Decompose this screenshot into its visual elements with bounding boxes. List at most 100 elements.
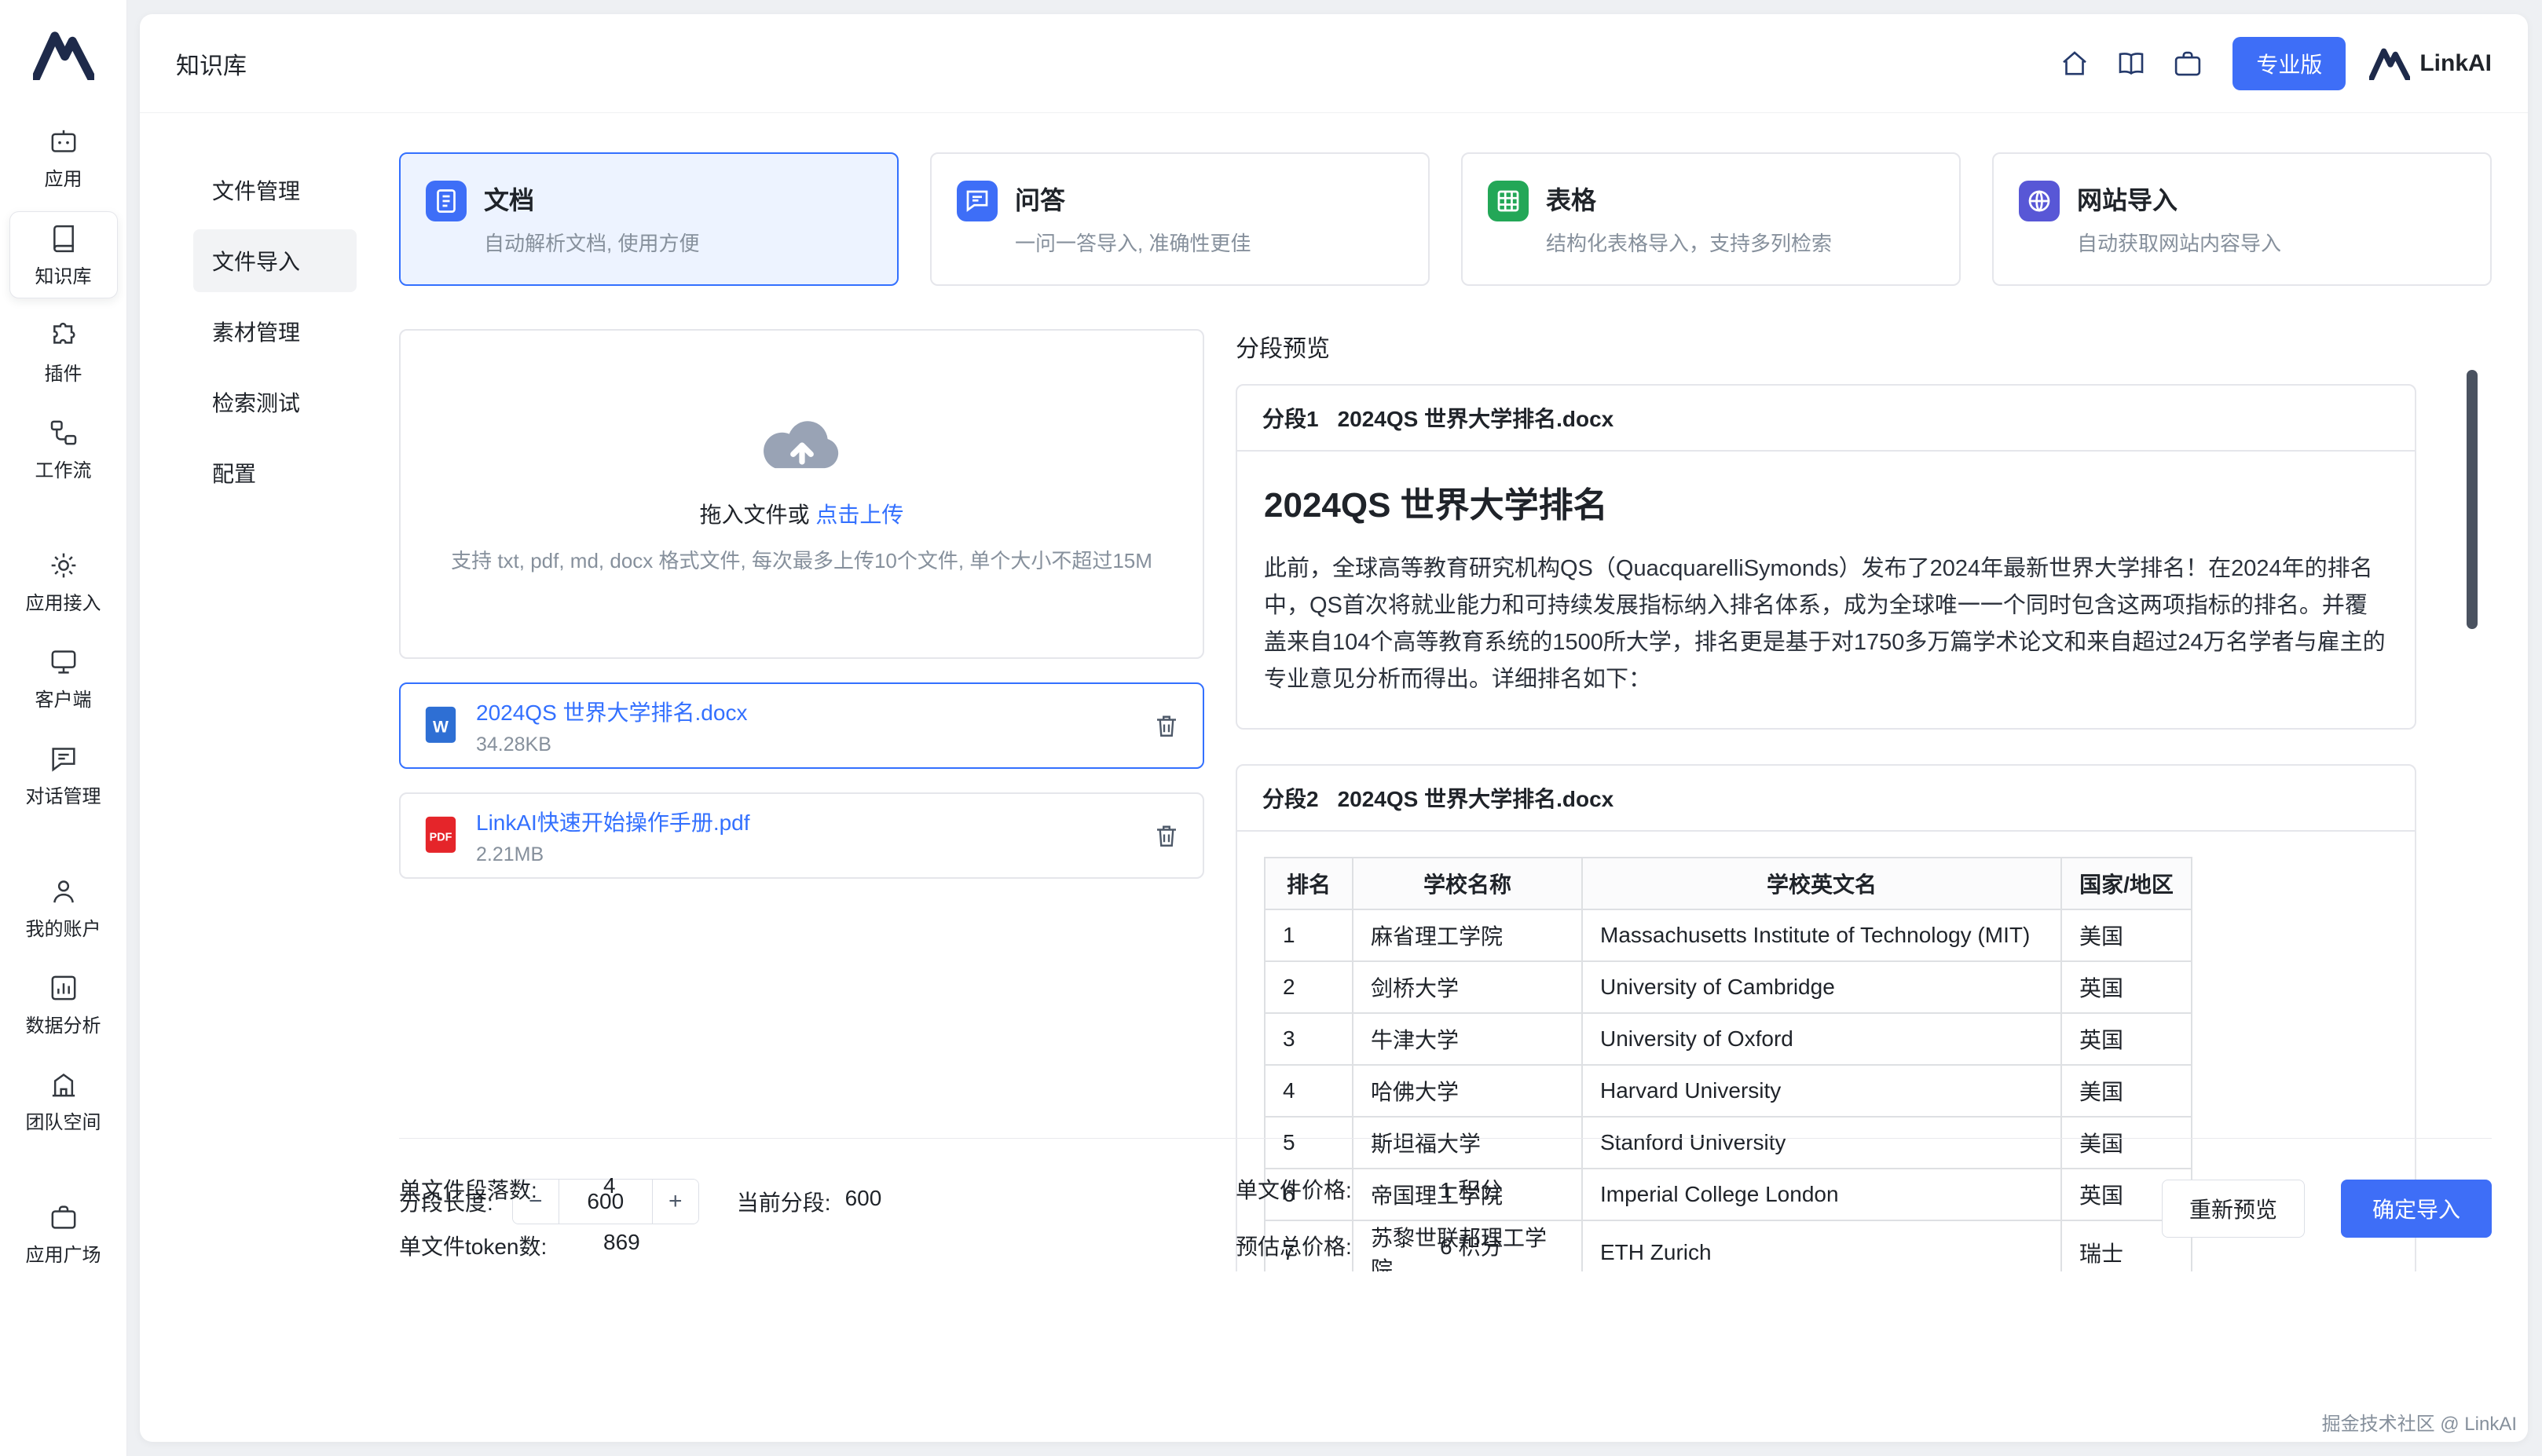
sidebar-item-knowledge-base[interactable]: 知识库	[9, 211, 118, 298]
segment-heading: 2024QS 世界大学排名	[1264, 477, 2388, 527]
table-cell: 英国	[2061, 1013, 2192, 1065]
table-cell: 美国	[2061, 909, 2192, 961]
main-panel: 知识库 专业版 LinkAI 文件管理 文件导入 素材管理	[140, 14, 2528, 1442]
sidebar-item-label: 我的账户	[26, 913, 101, 941]
app-plaza-icon	[48, 1202, 79, 1233]
type-card-document[interactable]: 文档 自动解析文档, 使用方便	[399, 152, 899, 286]
stat-label: 单文件token数:	[399, 1230, 603, 1261]
sidebar-item-label: 数据分析	[26, 1010, 101, 1037]
team-space-icon	[48, 1069, 79, 1100]
file-name: LinkAI快速开始操作手册.pdf	[476, 806, 750, 837]
type-card-website[interactable]: 网站导入 自动获取网站内容导入	[1992, 152, 2492, 286]
type-card-desc: 自动解析文档, 使用方便	[484, 228, 699, 257]
sidebar-item-plugins[interactable]: 插件	[9, 309, 118, 395]
table-cell: University of Oxford	[1582, 1013, 2061, 1065]
type-card-qa[interactable]: 问答 一问一答导入, 准确性更佳	[930, 152, 1430, 286]
repreview-button[interactable]: 重新预览	[2162, 1180, 2305, 1238]
upload-dropzone[interactable]: 拖入文件或 点击上传 支持 txt, pdf, md, docx 格式文件, 每…	[399, 329, 1204, 659]
type-card-title: 文档	[484, 181, 699, 217]
table-cell: Massachusetts Institute of Technology (M…	[1582, 909, 2061, 961]
upload-hint: 支持 txt, pdf, md, docx 格式文件, 每次最多上传10个文件,…	[451, 545, 1152, 574]
sidebar-item-chat-manage[interactable]: 对话管理	[9, 732, 118, 818]
delete-file-icon[interactable]	[1152, 821, 1181, 850]
file-name: 2024QS 世界大学排名.docx	[476, 696, 747, 727]
pro-version-button[interactable]: 专业版	[2232, 37, 2346, 90]
plugin-icon	[48, 320, 79, 352]
svg-text:PDF: PDF	[430, 832, 452, 844]
sidebar-item-client[interactable]: 客户端	[9, 635, 118, 721]
table-cell: 美国	[2061, 1065, 2192, 1117]
subnav-item-material-manage[interactable]: 素材管理	[193, 300, 357, 363]
stat-label: 预估总价格:	[1236, 1230, 1440, 1261]
docs-book-icon[interactable]	[2115, 47, 2148, 80]
upload-click-link[interactable]: 点击上传	[815, 503, 903, 527]
integration-icon	[48, 550, 79, 581]
linkai-logo-small	[2369, 47, 2410, 80]
file-row-docx[interactable]: W 2024QS 世界大学排名.docx 34.28KB	[399, 682, 1204, 769]
sidebar-item-apps[interactable]: 应用	[9, 115, 118, 200]
sidebar-item-label: 知识库	[35, 261, 92, 288]
table-cell: 3	[1265, 1013, 1353, 1065]
brand[interactable]: LinkAI	[2369, 47, 2492, 80]
type-card-title: 表格	[1546, 181, 1832, 217]
import-type-cards: 文档 自动解析文档, 使用方便 问答 一问一答导入, 准确性更佳	[399, 152, 2492, 286]
sidebar-item-team-space[interactable]: 团队空间	[9, 1058, 118, 1143]
top-bar: 知识库 专业版 LinkAI	[140, 14, 2528, 113]
upload-cloud-icon	[756, 415, 848, 477]
segment-preview-panel: 分段预览 分段1 2024QS 世界大学排名.docx 2024QS 世界大学排…	[1236, 329, 2492, 1271]
stat-value: 6 积分	[1440, 1230, 1502, 1261]
upload-column: 拖入文件或 点击上传 支持 txt, pdf, md, docx 格式文件, 每…	[399, 329, 1204, 1271]
table-cell: 1	[1265, 909, 1353, 961]
stat-label: 单文件价格:	[1236, 1173, 1440, 1205]
client-icon	[48, 646, 79, 678]
preview-scrollbar[interactable]	[2467, 370, 2478, 629]
watermark: 掘金技术社区 @ LinkAI	[2322, 1408, 2517, 1436]
table-cell: 4	[1265, 1065, 1353, 1117]
qa-icon	[957, 181, 998, 221]
type-card-title: 网站导入	[2077, 181, 2281, 217]
sidebar-item-label: 应用接入	[26, 587, 101, 615]
table-row: 4 哈佛大学 Harvard University 美国	[1265, 1065, 2192, 1117]
segment-body-text: 此前，全球高等教育研究机构QS（QuacquarelliSymonds）发布了2…	[1264, 551, 2388, 698]
page-title: 知识库	[176, 46, 247, 81]
delete-file-icon[interactable]	[1152, 712, 1181, 740]
table-cell: 英国	[2061, 961, 2192, 1013]
home-icon[interactable]	[2058, 47, 2091, 80]
chat-manage-icon	[48, 743, 79, 774]
briefcase-icon[interactable]	[2171, 47, 2204, 80]
sidebar-item-workflow[interactable]: 工作流	[9, 406, 118, 492]
type-card-table[interactable]: 表格 结构化表格导入，支持多列检索	[1461, 152, 1961, 286]
subnav-item-file-import[interactable]: 文件导入	[193, 229, 357, 292]
file-size: 2.21MB	[476, 843, 750, 866]
subnav-item-file-manage[interactable]: 文件管理	[193, 159, 357, 221]
preview-title: 分段预览	[1236, 329, 2416, 364]
table-cell: 剑桥大学	[1353, 961, 1582, 1013]
table-icon	[1488, 181, 1529, 221]
sidebar-item-account[interactable]: 我的账户	[9, 865, 118, 950]
upload-drag-text: 拖入文件或	[700, 503, 810, 527]
type-card-desc: 自动获取网站内容导入	[2077, 228, 2281, 257]
stat-value: 1 积分	[1440, 1173, 1502, 1205]
subnav-item-config[interactable]: 配置	[193, 441, 357, 504]
linkai-logo[interactable]	[33, 30, 94, 80]
sidebar-item-label: 应用广场	[26, 1239, 101, 1267]
file-row-pdf[interactable]: PDF LinkAI快速开始操作手册.pdf 2.21MB	[399, 792, 1204, 879]
brand-name: LinkAI	[2419, 50, 2492, 77]
table-cell: 牛津大学	[1353, 1013, 1582, 1065]
sidebar-item-label: 插件	[45, 358, 82, 386]
app-icon	[48, 126, 79, 157]
analytics-icon	[48, 972, 79, 1004]
table-row: 3 牛津大学 University of Oxford 英国	[1265, 1013, 2192, 1065]
table-header-row: 排名 学校名称 学校英文名 国家/地区	[1265, 858, 2192, 909]
sidebar-item-analytics[interactable]: 数据分析	[9, 961, 118, 1047]
word-file-icon: W	[423, 705, 459, 746]
sidebar-item-app-integration[interactable]: 应用接入	[9, 539, 118, 624]
import-footer: 单文件段落数: 4 单文件token数: 869 单文件价格: 1 积分 预估总…	[399, 1138, 2492, 1286]
document-icon	[426, 181, 467, 221]
file-size: 34.28KB	[476, 733, 747, 756]
table-cell: 哈佛大学	[1353, 1065, 1582, 1117]
confirm-import-button[interactable]: 确定导入	[2341, 1180, 2492, 1238]
sidebar-item-app-plaza[interactable]: 应用广场	[9, 1191, 118, 1276]
segment-file: 2024QS 世界大学排名.docx	[1338, 782, 1614, 814]
subnav-item-retrieval-test[interactable]: 检索测试	[193, 371, 357, 434]
